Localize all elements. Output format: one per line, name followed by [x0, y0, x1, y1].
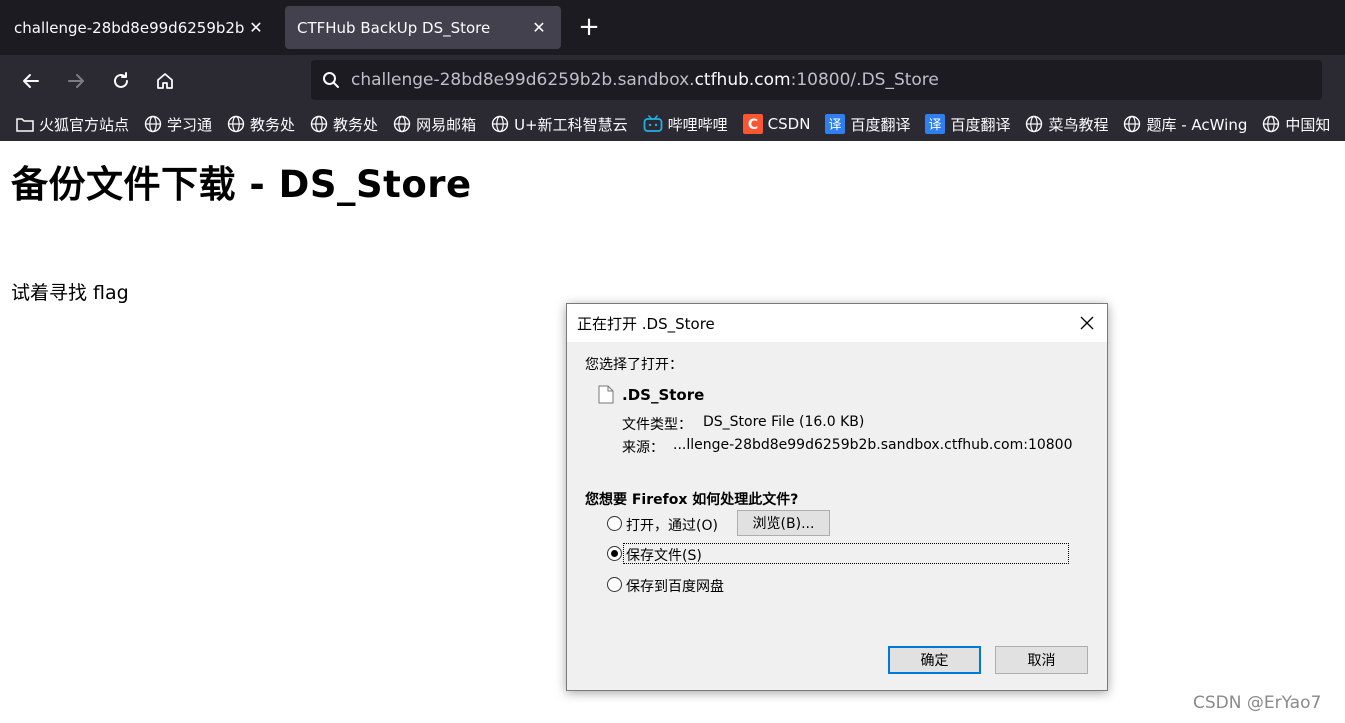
bookmark-label: 题库 - AcWing [1146, 115, 1248, 134]
handling-question: 您想要 Firefox 如何处理此文件? [585, 492, 799, 508]
tab-bar: challenge-28bd8e99d6259b2b.sa ✕ CTFHub B… [0, 0, 1345, 55]
save-file-label[interactable]: 保存文件(S) [626, 545, 702, 565]
csdn-icon: C [742, 114, 763, 134]
tab-close-icon[interactable]: ✕ [529, 18, 549, 37]
bookmarks-toolbar: 火狐官方站点 学习通 教务处 教务处 网易邮箱 U+新工科智慧云 哔哩哔哩 C … [0, 107, 1345, 141]
file-type-value: DS_Store File (16.0 KB) [703, 414, 865, 430]
bookmark-label: 教务处 [250, 115, 296, 134]
globe-icon [310, 115, 328, 133]
globe-icon [1262, 115, 1280, 133]
dialog-title: 正在打开 .DS_Store [577, 314, 715, 333]
cancel-button[interactable]: 取消 [995, 646, 1088, 674]
url-prefix: challenge-28bd8e99d6259b2b.sandbox. [351, 70, 695, 90]
globe-icon [1123, 115, 1141, 133]
dialog-close-icon[interactable] [1077, 313, 1097, 333]
save-baidu-label[interactable]: 保存到百度网盘 [626, 576, 724, 596]
url-text: challenge-28bd8e99d6259b2b.sandbox.ctfhu… [351, 70, 939, 90]
url-domain: ctfhub.com [694, 70, 791, 90]
bookmark-u-plus-cloud[interactable]: U+新工科智慧云 [491, 114, 628, 135]
open-with-label[interactable]: 打开，通过(O) [626, 515, 718, 535]
home-icon[interactable] [149, 65, 181, 97]
page-hint-text: 试着寻找 flag [11, 282, 129, 304]
bookmark-baidu-translate-1[interactable]: 译 百度翻译 [825, 114, 910, 135]
source-value: ...llenge-28bd8e99d6259b2b.sandbox.ctfhu… [673, 437, 1073, 453]
url-suffix: :10800/.DS_Store [790, 70, 939, 90]
bookmark-firefox-official[interactable]: 火狐官方站点 [16, 114, 129, 135]
bookmark-bilibili[interactable]: 哔哩哔哩 [643, 114, 728, 135]
globe-icon [491, 115, 509, 133]
bookmark-label: 菜鸟教程 [1048, 115, 1109, 134]
cancel-button-label: 取消 [1027, 653, 1056, 669]
bookmark-label: 网易邮箱 [416, 115, 477, 134]
bookmark-jiaowuchu-2[interactable]: 教务处 [310, 114, 378, 135]
ok-button-label: 确定 [920, 653, 949, 669]
tab-title: CTFHub BackUp DS_Store [297, 18, 491, 37]
file-name: .DS_Store [622, 386, 705, 404]
bookmark-label: 火狐官方站点 [39, 115, 130, 134]
tab-challenge[interactable]: challenge-28bd8e99d6259b2b.sa ✕ [2, 6, 278, 49]
svg-text:译: 译 [929, 118, 942, 133]
page-title: 备份文件下载 - DS_Store [11, 163, 472, 206]
tab-close-icon[interactable]: ✕ [246, 18, 266, 37]
file-icon [598, 385, 614, 408]
ok-button[interactable]: 确定 [888, 646, 981, 674]
csdn-watermark: CSDN @ErYao7 [1193, 693, 1322, 713]
bookmark-xuexitong[interactable]: 学习通 [144, 114, 212, 135]
you-chose-label: 您选择了打开： [585, 357, 683, 373]
translate-icon: 译 [925, 114, 946, 134]
save-baidu-radio[interactable] [607, 577, 622, 592]
bookmark-label: CSDN [767, 115, 811, 133]
bookmark-csdn[interactable]: C CSDN [742, 114, 811, 134]
bookmark-runoob[interactable]: 菜鸟教程 [1025, 114, 1108, 135]
file-type-label: 文件类型： [622, 417, 692, 433]
forward-arrow-icon[interactable] [60, 65, 92, 97]
new-tab-plus-icon[interactable]: + [576, 12, 602, 42]
bookmark-acwing[interactable]: 题库 - AcWing [1123, 114, 1247, 135]
bookmark-cnki[interactable]: 中国知 [1262, 114, 1330, 135]
bookmark-label: 学习通 [167, 115, 213, 134]
source-label: 来源： [622, 440, 664, 456]
globe-icon [1025, 115, 1043, 133]
bookmark-baidu-translate-2[interactable]: 译 百度翻译 [925, 114, 1010, 135]
tab-title: challenge-28bd8e99d6259b2b.sa [14, 18, 246, 37]
globe-icon [144, 115, 162, 133]
bookmark-label: 百度翻译 [850, 115, 911, 134]
svg-text:C: C [748, 117, 758, 133]
globe-icon [227, 115, 245, 133]
url-bar[interactable]: challenge-28bd8e99d6259b2b.sandbox.ctfhu… [311, 60, 1322, 100]
browse-button-label: 浏览(B)... [752, 516, 815, 532]
reload-icon[interactable] [105, 65, 137, 97]
search-icon [311, 71, 351, 89]
globe-icon [393, 115, 411, 133]
bookmark-netease-mail[interactable]: 网易邮箱 [393, 114, 476, 135]
svg-text:译: 译 [829, 118, 842, 133]
tab-ctfhub-backup[interactable]: CTFHub BackUp DS_Store ✕ [285, 6, 561, 49]
bookmark-label: U+新工科智慧云 [514, 115, 628, 134]
bookmark-jiaowuchu-1[interactable]: 教务处 [227, 114, 295, 135]
translate-icon: 译 [825, 114, 846, 134]
save-file-radio[interactable] [607, 546, 622, 561]
bookmark-label: 百度翻译 [950, 115, 1011, 134]
bookmark-label: 中国知 [1285, 115, 1331, 134]
bookmark-label: 教务处 [333, 115, 379, 134]
back-arrow-icon[interactable] [15, 65, 47, 97]
dialog-titlebar: 正在打开 .DS_Store [567, 304, 1107, 342]
open-with-radio[interactable] [607, 516, 622, 531]
download-dialog: 正在打开 .DS_Store 您选择了打开： .DS_Store 文件类型： D… [566, 303, 1108, 691]
bilibili-icon [643, 115, 663, 133]
browse-button[interactable]: 浏览(B)... [737, 510, 830, 536]
folder-icon [16, 116, 34, 132]
bookmark-label: 哔哩哔哩 [667, 115, 728, 134]
